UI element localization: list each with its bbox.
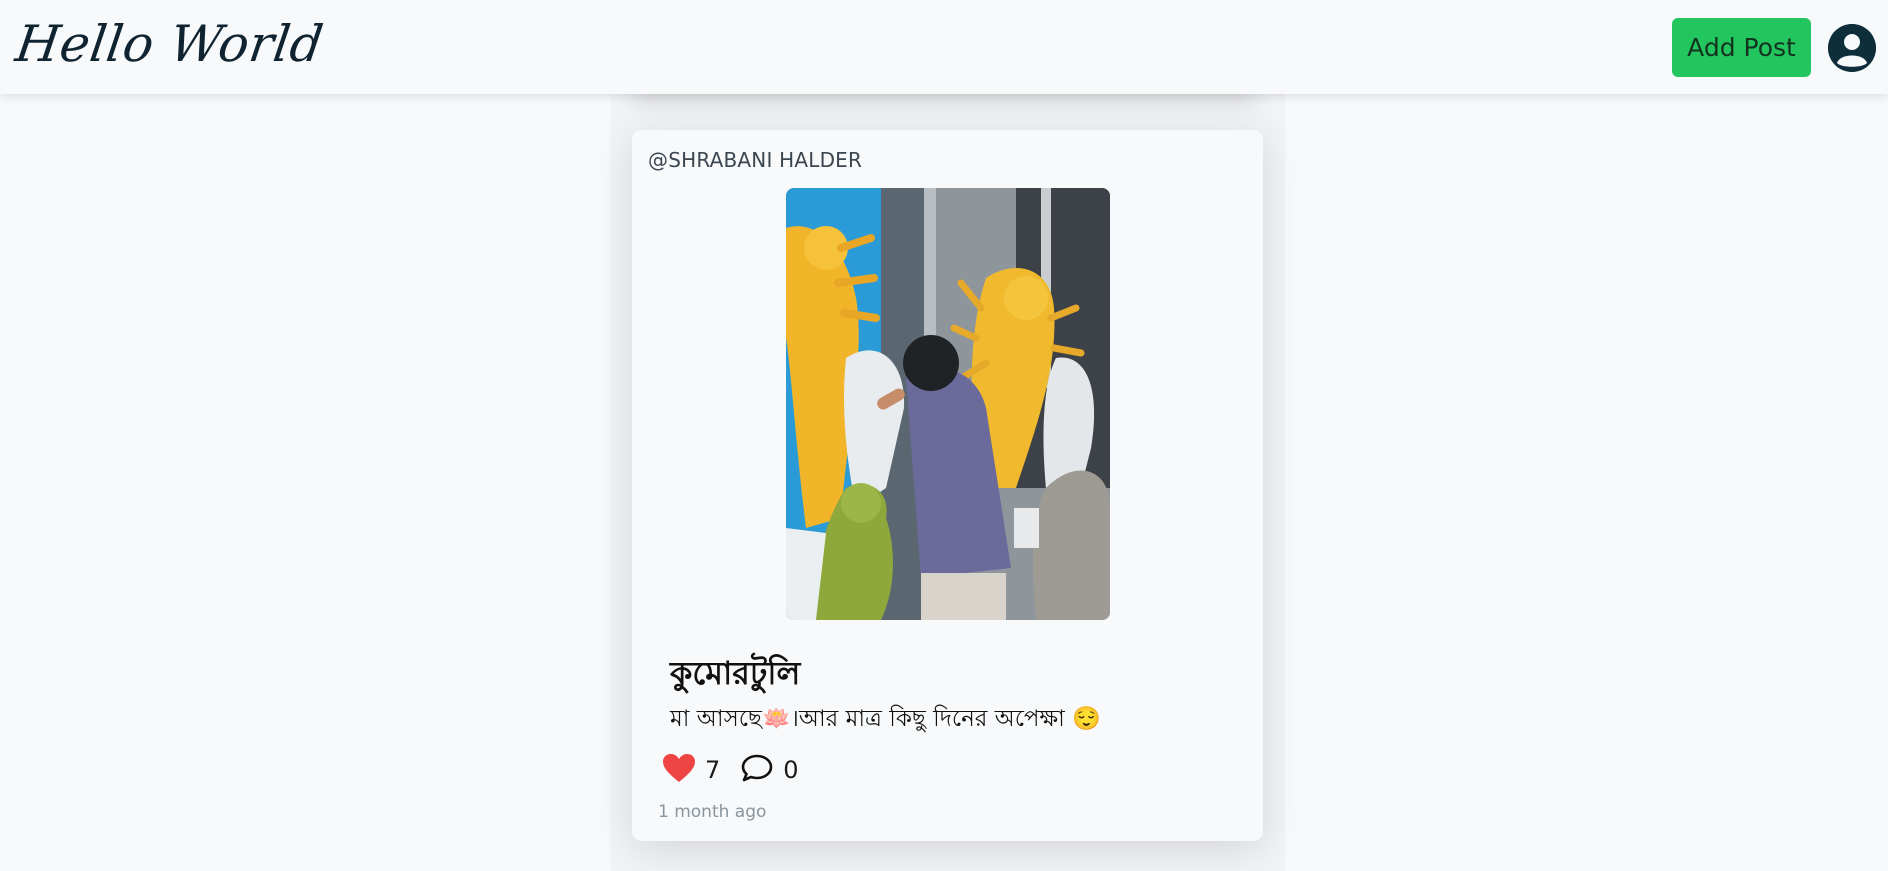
post-image[interactable] bbox=[786, 188, 1110, 620]
like-button[interactable]: 7 bbox=[662, 753, 720, 787]
user-circle-icon[interactable] bbox=[1828, 24, 1876, 72]
heart-icon bbox=[662, 753, 696, 787]
post-description: মা আসছে🪷।আর মাত্র কিছু দিনের অপেক্ষা 😌 bbox=[670, 706, 1101, 732]
top-navbar: Hello World Add Post bbox=[0, 0, 1888, 94]
post-card: @SHRABANI HALDER কুমোরটুলি মা আসছে🪷।আর ম… bbox=[632, 130, 1263, 841]
post-timestamp: 1 month ago bbox=[658, 802, 767, 822]
like-count: 7 bbox=[705, 756, 721, 784]
add-post-button[interactable]: Add Post bbox=[1672, 18, 1811, 77]
speech-bubble-icon bbox=[740, 753, 774, 787]
comment-count: 0 bbox=[783, 756, 799, 784]
post-title: কুমোরটুলি bbox=[670, 654, 801, 692]
site-logo[interactable]: Hello World bbox=[12, 14, 327, 74]
post-author[interactable]: @SHRABANI HALDER bbox=[648, 148, 862, 172]
post-actions: 7 0 bbox=[662, 752, 799, 788]
comment-button[interactable]: 0 bbox=[740, 753, 799, 787]
